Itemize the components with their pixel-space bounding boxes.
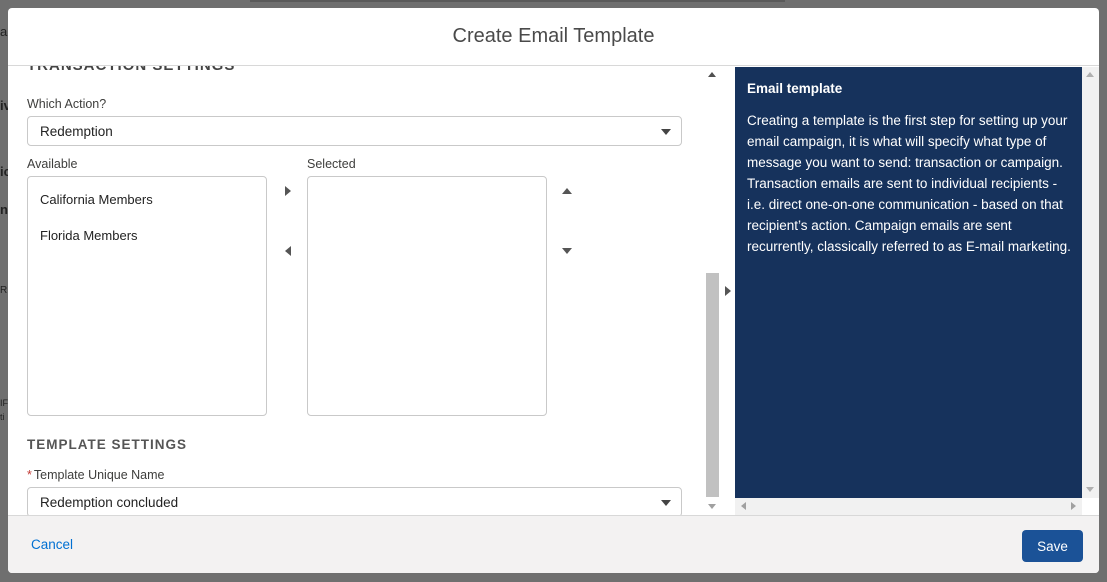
arrow-up-icon xyxy=(562,188,572,194)
transaction-settings-title: TRANSACTION SETTINGS xyxy=(27,66,235,74)
arrow-left-icon xyxy=(285,246,291,256)
available-label: Available xyxy=(27,157,78,171)
background-search-bar xyxy=(250,0,785,2)
move-to-available-button[interactable] xyxy=(280,243,296,259)
background-fragment: ti xyxy=(0,412,5,422)
background-fragment: R xyxy=(0,285,8,296)
background-fragment: a xyxy=(0,24,8,39)
template-unique-name-label: * Template Unique Name xyxy=(27,468,165,482)
save-button[interactable]: Save xyxy=(1022,530,1083,562)
chevron-down-icon xyxy=(661,129,671,135)
scroll-up-icon xyxy=(1086,72,1094,77)
help-panel-title: Email template xyxy=(747,81,843,96)
move-up-button[interactable] xyxy=(559,183,575,199)
selected-listbox[interactable] xyxy=(307,176,547,416)
modal-title: Create Email Template xyxy=(452,25,655,47)
form-scrollbar[interactable] xyxy=(705,66,721,515)
selected-label: Selected xyxy=(307,157,356,171)
list-item[interactable]: Florida Members xyxy=(40,228,138,243)
required-marker: * xyxy=(27,468,32,482)
modal-footer: Cancel Save xyxy=(8,515,1099,573)
template-unique-name-select[interactable]: Redemption concluded xyxy=(27,487,682,515)
help-panel-text: Creating a template is the first step fo… xyxy=(747,113,1071,254)
template-unique-name-value: Redemption concluded xyxy=(40,495,179,510)
template-settings-title: TEMPLATE SETTINGS xyxy=(27,437,188,452)
arrow-down-icon xyxy=(562,248,572,254)
help-panel-vertical-scrollbar[interactable] xyxy=(1082,67,1099,498)
arrow-right-icon xyxy=(285,186,291,196)
modal-header: Create Email Template xyxy=(8,8,1099,66)
cancel-button[interactable]: Cancel xyxy=(31,537,73,552)
background-fragment: IF xyxy=(0,398,8,408)
help-panel-toggle[interactable] xyxy=(721,66,735,515)
which-action-select[interactable]: Redemption xyxy=(27,116,682,146)
help-panel-horizontal-scrollbar[interactable] xyxy=(735,498,1082,515)
scroll-down-icon xyxy=(1086,487,1094,492)
template-unique-name-label-text: Template Unique Name xyxy=(33,468,165,482)
scroll-up-icon xyxy=(708,72,716,77)
list-item[interactable]: California Members xyxy=(40,192,153,207)
which-action-value: Redemption xyxy=(40,124,113,139)
move-to-selected-button[interactable] xyxy=(280,183,296,199)
help-panel: Email template Creating a template is th… xyxy=(735,67,1082,498)
available-listbox[interactable]: California Members Florida Members xyxy=(27,176,267,416)
which-action-label: Which Action? xyxy=(27,97,107,111)
caret-right-icon xyxy=(725,286,731,296)
chevron-down-icon xyxy=(661,500,671,506)
scroll-right-icon xyxy=(1071,502,1076,510)
create-email-template-modal: Create Email Template TRANSACTION SETTIN… xyxy=(8,8,1099,573)
scroll-down-icon xyxy=(708,504,716,509)
form-scrollbar-thumb[interactable] xyxy=(706,273,719,497)
scroll-left-icon xyxy=(741,502,746,510)
modal-body: TRANSACTION SETTINGS Which Action? Redem… xyxy=(8,66,706,515)
move-down-button[interactable] xyxy=(559,243,575,259)
